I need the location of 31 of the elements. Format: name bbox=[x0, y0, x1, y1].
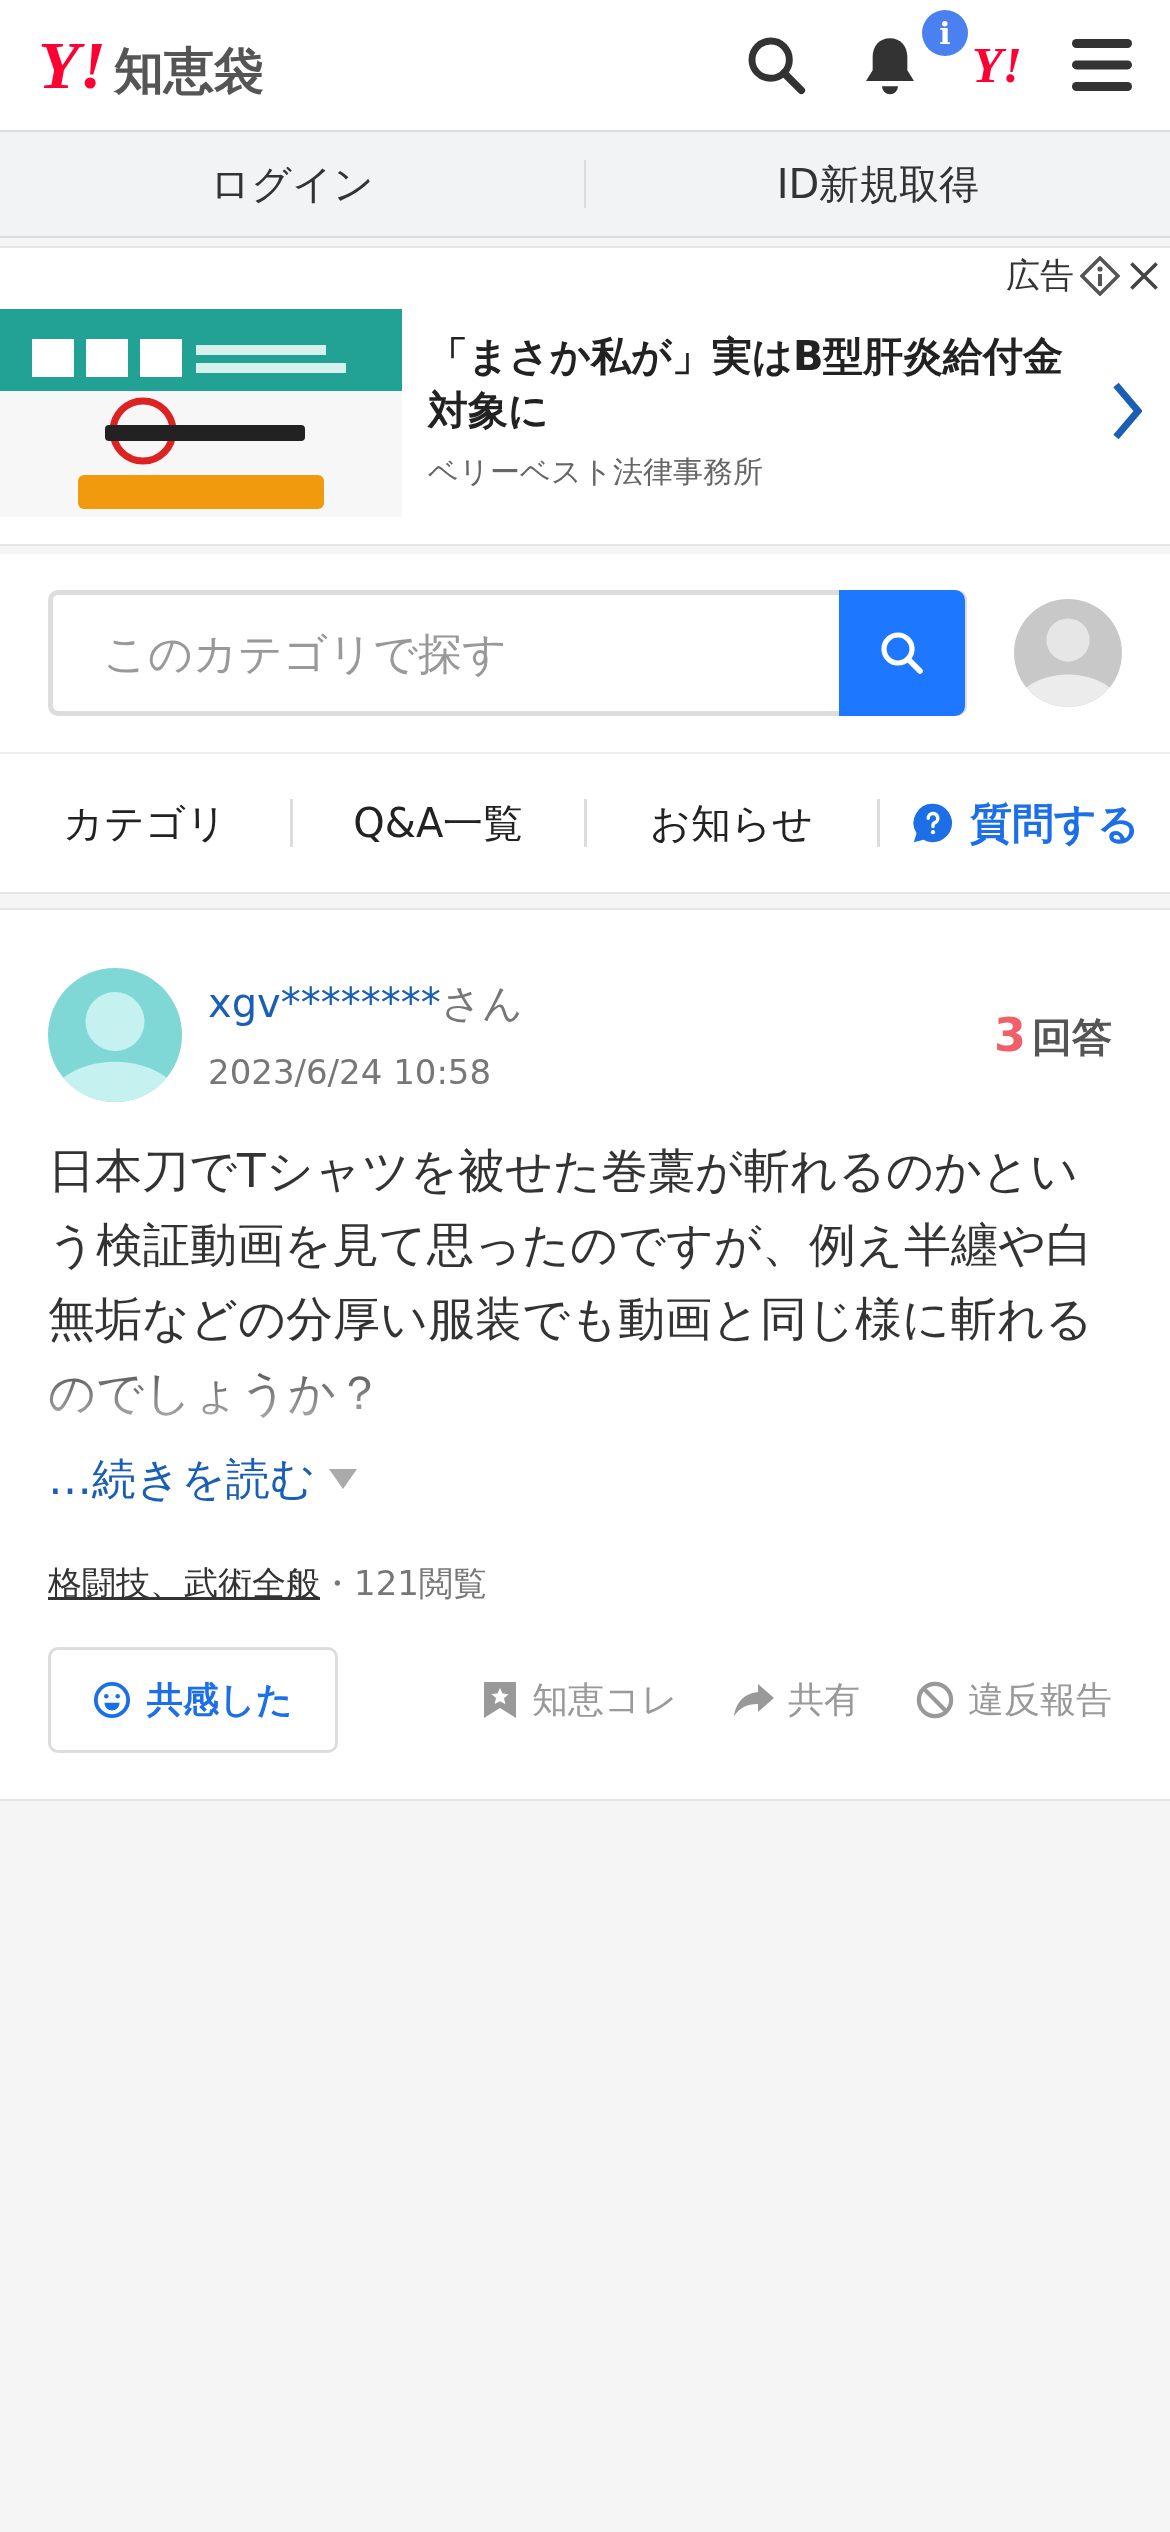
info-icon[interactable] bbox=[1080, 255, 1120, 296]
view-count: ・121閲覧 bbox=[320, 1562, 487, 1605]
honorific: さん bbox=[440, 978, 523, 1028]
bookmark-star-icon bbox=[482, 1680, 518, 1720]
ad-advertiser: ベリーベスト法律事務所 bbox=[428, 452, 764, 491]
read-more-link[interactable]: …続きを読む bbox=[48, 1446, 315, 1512]
search-field[interactable]: このカテゴリで探す bbox=[48, 590, 967, 716]
ad-title[interactable]: 「まさか私が」実はB型肝炎給付金対象に bbox=[428, 328, 1102, 437]
ask-question-link[interactable]: 質問する bbox=[879, 791, 1170, 855]
logo-text[interactable]: 知恵袋 bbox=[114, 46, 264, 96]
post-date: 2023/6/24 10:58 bbox=[208, 1050, 493, 1094]
user-name[interactable]: xgv******** bbox=[208, 972, 441, 1033]
answer-label: 回答 bbox=[1032, 1012, 1112, 1062]
share-arrow-icon bbox=[734, 1684, 774, 1716]
smiley-icon bbox=[93, 1681, 131, 1719]
prohibited-icon bbox=[916, 1681, 954, 1719]
answer-count: 3 bbox=[994, 1006, 1026, 1064]
chevron-right-icon[interactable] bbox=[1112, 381, 1142, 441]
account-logo[interactable]: Y! bbox=[972, 40, 1022, 90]
auth-link[interactable]: ログイン bbox=[0, 154, 584, 214]
auth-link[interactable]: ID新規取得 bbox=[586, 154, 1170, 214]
search-icon bbox=[878, 629, 926, 677]
nav-link[interactable]: お知らせ bbox=[586, 793, 877, 853]
ad-label: 広告 bbox=[1006, 254, 1074, 297]
nav-link[interactable]: Q&A一覧 bbox=[293, 793, 584, 853]
category-link[interactable]: 格闘技、武術全般 bbox=[48, 1558, 320, 1609]
empathy-button[interactable]: 共感した bbox=[48, 1647, 338, 1753]
nav-link[interactable]: カテゴリ bbox=[0, 793, 291, 853]
notification-badge: i bbox=[922, 10, 968, 56]
logo-mark[interactable]: Y! bbox=[38, 31, 106, 99]
menu-icon[interactable] bbox=[1072, 39, 1132, 91]
